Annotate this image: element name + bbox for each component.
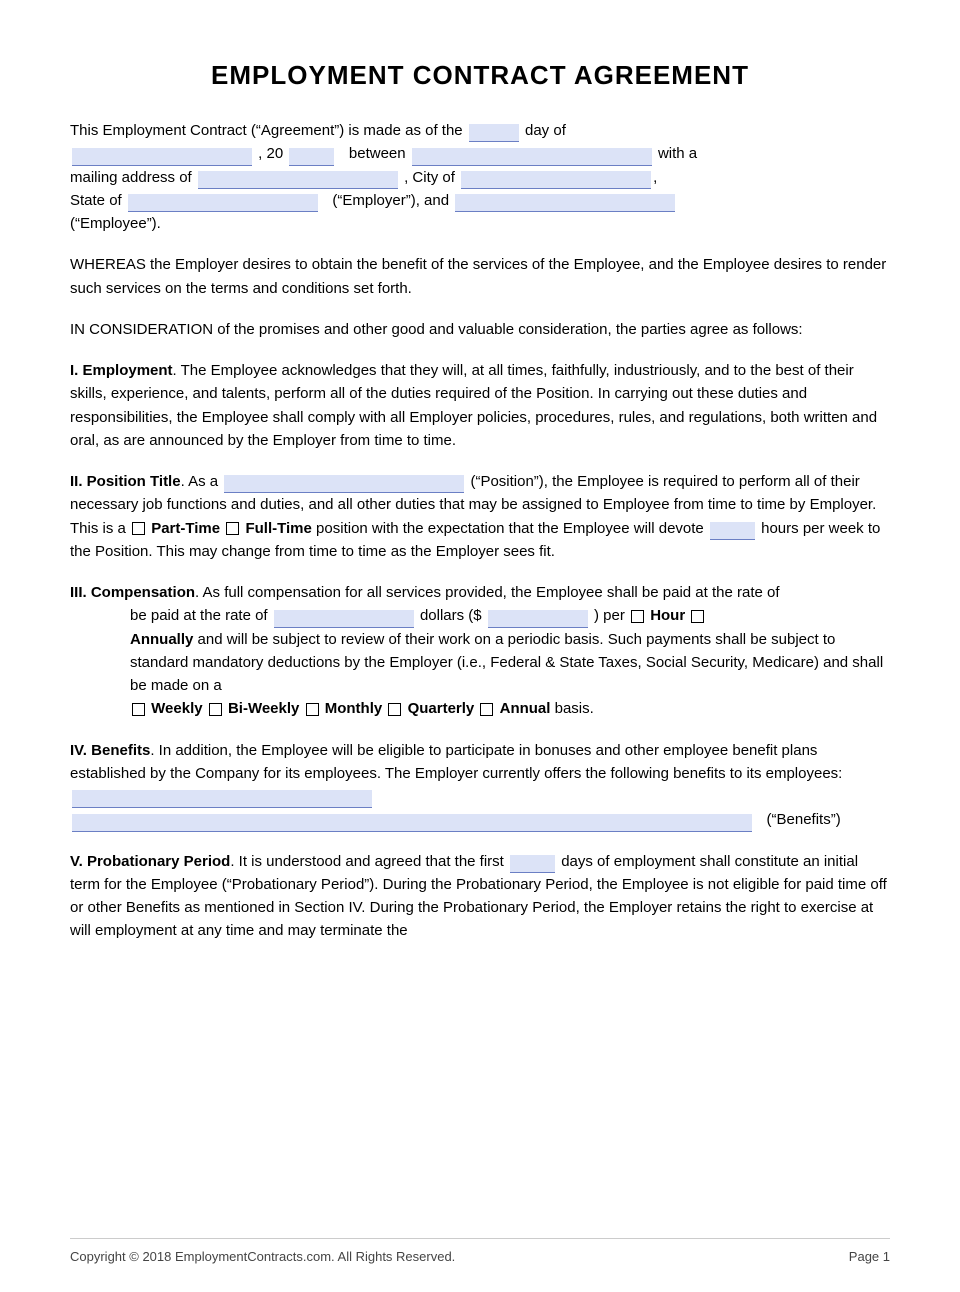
footer-page: Page 1: [849, 1249, 890, 1264]
section-III-text5: basis.: [555, 700, 594, 717]
footer-copyright: Copyright © 2018 EmploymentContracts.com…: [70, 1249, 455, 1264]
section-II-fulltime: Full-Time: [245, 520, 311, 537]
section-III-text1: . As full compensation for all services …: [195, 584, 780, 601]
label-quarterly: Quarterly: [408, 700, 475, 717]
section-V-text1: . It is understood and agreed that the f…: [230, 853, 504, 870]
label-hour: Hour: [650, 607, 685, 624]
section-III-text1b: be paid at the rate of: [130, 607, 268, 624]
field-benefits2[interactable]: [72, 814, 752, 832]
field-day[interactable]: [469, 124, 519, 142]
compensation-details: be paid at the rate of dollars ($ ) per …: [130, 604, 890, 720]
section-II-text1: . As a: [181, 473, 219, 490]
section-II-parttime: Part-Time: [151, 520, 220, 537]
intro-line1-before: This Employment Contract (“Agreement”) i…: [70, 122, 463, 139]
section-IV-label: IV.: [70, 742, 91, 759]
section-III-text4: and will be subject to review of their w…: [130, 631, 883, 695]
section-I-title: Employment: [83, 362, 173, 379]
field-hours-per-week[interactable]: [710, 522, 755, 540]
section-III: III. Compensation. As full compensation …: [70, 581, 890, 721]
checkbox-biweekly[interactable]: [209, 703, 222, 716]
page-footer: Copyright © 2018 EmploymentContracts.com…: [70, 1238, 890, 1264]
section-V-label: V.: [70, 853, 87, 870]
section-IV-text2: (“Benefits”): [767, 811, 841, 828]
field-year[interactable]: [289, 148, 334, 166]
section-IV-title: Benefits: [91, 742, 150, 759]
section-V: V. Probationary Period. It is understood…: [70, 850, 890, 943]
section-IV: IV. Benefits. In addition, the Employee …: [70, 739, 890, 832]
checkbox-full-time[interactable]: [226, 522, 239, 535]
field-position-title[interactable]: [224, 475, 464, 493]
section-I-label: I.: [70, 362, 83, 379]
document-title: EMPLOYMENT CONTRACT AGREEMENT: [70, 60, 890, 91]
field-probation-days[interactable]: [510, 855, 555, 873]
checkbox-quarterly[interactable]: [388, 703, 401, 716]
section-II-title: Position Title: [87, 473, 181, 490]
section-IV-text1: . In addition, the Employee will be elig…: [70, 742, 842, 782]
field-benefits1[interactable]: [72, 790, 372, 808]
label-monthly: Monthly: [325, 700, 383, 717]
label-annually: Annually: [130, 631, 193, 648]
checkbox-part-time[interactable]: [132, 522, 145, 535]
field-city[interactable]: [461, 171, 651, 189]
section-II-label: II.: [70, 473, 87, 490]
consideration-paragraph: IN CONSIDERATION of the promises and oth…: [70, 318, 890, 341]
checkbox-annual[interactable]: [480, 703, 493, 716]
section-I-text: . The Employee acknowledges that they wi…: [70, 362, 877, 449]
checkbox-monthly[interactable]: [306, 703, 319, 716]
section-II-text3: position with the expectation that the E…: [316, 520, 704, 537]
section-II: II. Position Title. As a (“Position”), t…: [70, 470, 890, 563]
label-weekly: Weekly: [151, 700, 202, 717]
section-I: I. Employment. The Employee acknowledges…: [70, 359, 890, 452]
field-state[interactable]: [128, 194, 318, 212]
field-month-year[interactable]: [72, 148, 252, 166]
section-III-title: Compensation: [91, 584, 195, 601]
field-mailing-address[interactable]: [198, 171, 398, 189]
whereas-paragraph: WHEREAS the Employer desires to obtain t…: [70, 253, 890, 300]
checkbox-weekly[interactable]: [132, 703, 145, 716]
field-dollars[interactable]: [488, 610, 588, 628]
section-III-text3: ) per: [594, 607, 625, 624]
field-rate[interactable]: [274, 610, 414, 628]
label-biweekly: Bi-Weekly: [228, 700, 299, 717]
checkbox-hour[interactable]: [631, 610, 644, 623]
section-III-text2: dollars ($: [420, 607, 482, 624]
field-party1[interactable]: [412, 148, 652, 166]
section-V-title: Probationary Period: [87, 853, 230, 870]
intro-paragraph: This Employment Contract (“Agreement”) i…: [70, 119, 890, 235]
label-annual: Annual: [500, 700, 551, 717]
checkbox-annually[interactable]: [691, 610, 704, 623]
document-page: EMPLOYMENT CONTRACT AGREEMENT This Emplo…: [0, 0, 960, 1292]
field-employee-name[interactable]: [455, 194, 675, 212]
section-III-label: III.: [70, 584, 91, 601]
